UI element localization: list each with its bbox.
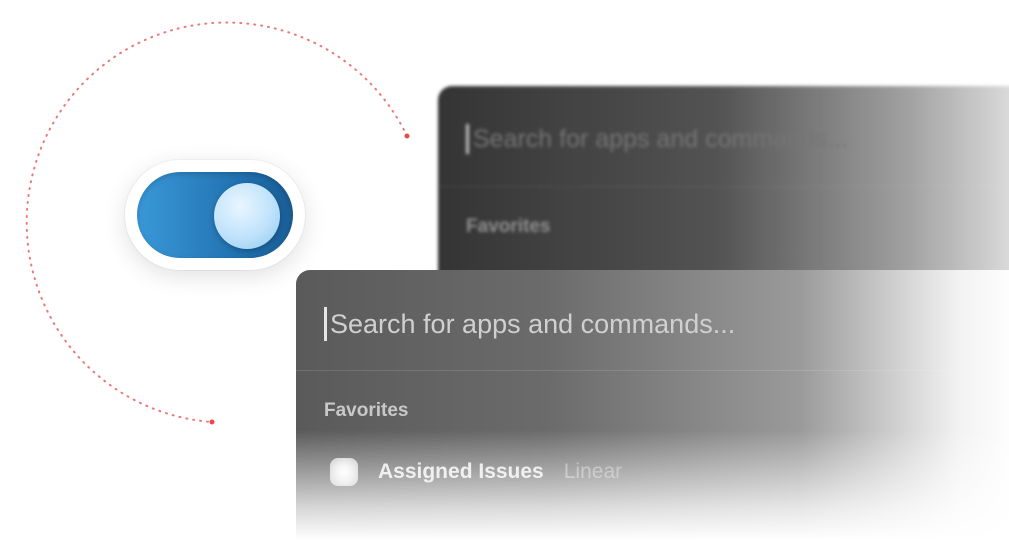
search-placeholder: Search for apps and commands... <box>330 308 736 339</box>
app-icon <box>330 458 358 486</box>
search-placeholder: Search for apps and commands... <box>473 124 849 153</box>
list-item-assigned-issues[interactable]: Assigned Issues Linear <box>330 456 622 488</box>
section-label-favorites: Favorites <box>466 216 551 237</box>
divider <box>296 370 1009 371</box>
section-label-favorites: Favorites <box>324 400 409 421</box>
divider <box>438 186 1009 187</box>
search-input[interactable]: Search for apps and commands... <box>324 306 735 342</box>
list-item-title: Assigned Issues <box>378 460 544 483</box>
search-input-back[interactable]: Search for apps and commands... <box>466 124 848 154</box>
list-item-subtitle: Linear <box>563 460 623 483</box>
command-palette-front: Search for apps and commands... Favorite… <box>296 270 1009 540</box>
text-caret <box>324 307 327 341</box>
text-caret <box>466 124 469 154</box>
toggle-knob[interactable] <box>214 183 280 249</box>
command-palette-back: Search for apps and commands... Favorite… <box>438 86 1009 286</box>
